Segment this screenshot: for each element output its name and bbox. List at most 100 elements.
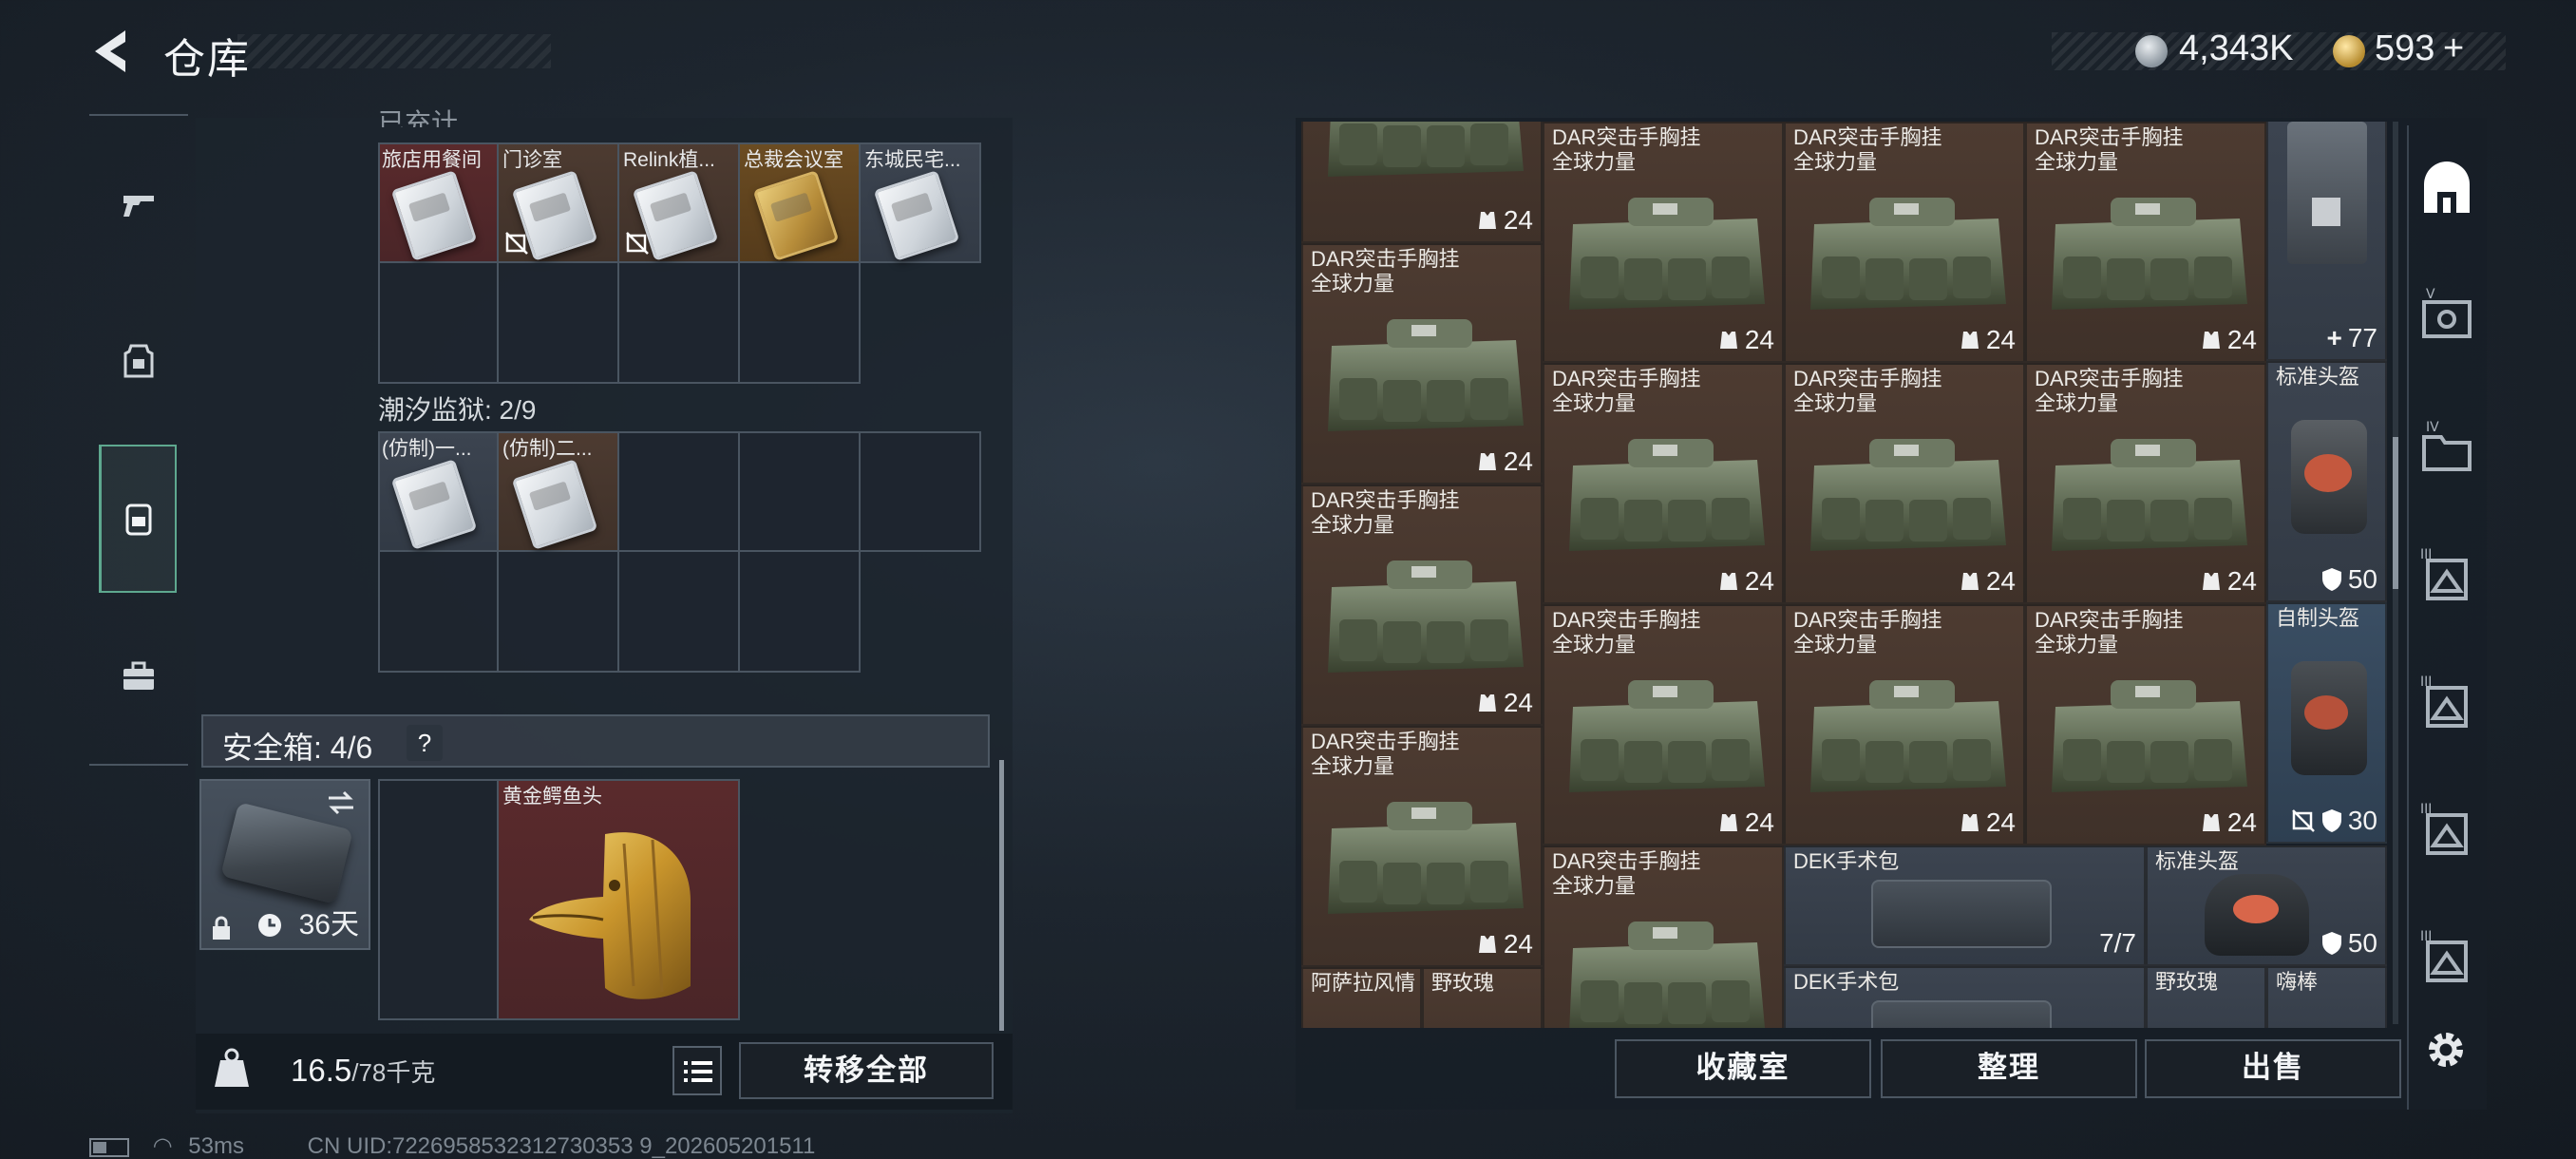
- durability: 24: [1477, 205, 1533, 236]
- keycard-icon: [873, 170, 960, 261]
- empty-slot[interactable]: [378, 779, 499, 1020]
- chest-rig-item[interactable]: DAR突击手胸挂 全球力量 24: [1784, 604, 2025, 846]
- chest-rig-item[interactable]: DAR突击手胸挂 全球力量 24: [2025, 363, 2266, 604]
- chest-rig-item[interactable]: DAR突击手胸挂 全球力量 24: [2025, 604, 2266, 846]
- stash-tab-2-icon[interactable]: III: [2416, 673, 2477, 733]
- item-name: DAR突击手胸挂 全球力量: [1552, 849, 1701, 898]
- stash-tab-3-icon[interactable]: III: [2416, 545, 2477, 606]
- chest-rig-item[interactable]: DAR突击手胸挂 全球力量 24: [1543, 122, 1784, 363]
- collection-room-button[interactable]: 收藏室: [1615, 1039, 1871, 1098]
- help-button[interactable]: ?: [407, 725, 443, 761]
- chest-rig-item[interactable]: 24: [1301, 122, 1543, 243]
- empty-slot[interactable]: [378, 552, 499, 673]
- drink-item[interactable]: 阿萨拉风情: [1301, 967, 1422, 1028]
- left-scrollbar[interactable]: [999, 760, 1004, 1031]
- keycard-item[interactable]: (仿制)二...: [499, 431, 619, 552]
- keycard-item[interactable]: Relink植...: [619, 142, 740, 263]
- stash-tab-5-icon[interactable]: V: [2416, 285, 2477, 346]
- durability: 24: [1718, 808, 1774, 838]
- chest-rig-item[interactable]: DAR突击手胸挂 全球力量 24: [1784, 363, 2025, 604]
- empty-slot[interactable]: [499, 552, 619, 673]
- empty-slot[interactable]: [619, 263, 740, 384]
- weapon-tab[interactable]: [99, 163, 179, 243]
- chest-rig-item[interactable]: DAR突击手胸挂 全球力量 24: [1543, 363, 1784, 604]
- vest-icon: [1960, 814, 1979, 831]
- chest-rig-item[interactable]: DAR突击手胸挂 全球力量 24: [1301, 484, 1543, 726]
- durability-value: 24: [1503, 205, 1533, 235]
- helmet-item[interactable]: 标准头盔 50: [2266, 361, 2387, 602]
- list-view-button[interactable]: [672, 1046, 722, 1095]
- golden-croc-head-item[interactable]: 黄金鳄鱼头: [499, 779, 740, 1020]
- stash-scroll-thumb[interactable]: [2393, 437, 2398, 589]
- svg-text:III: III: [2420, 802, 2432, 817]
- chest-rig-item[interactable]: DAR突击手胸挂 全球力量 24: [1301, 243, 1543, 484]
- durability-value: 24: [1985, 325, 2016, 354]
- stash-tab-0-icon[interactable]: III: [2416, 927, 2477, 988]
- durability-value: 24: [1985, 566, 2016, 596]
- item-name: DAR突击手胸挂 全球力量: [1552, 608, 1701, 656]
- empty-slot[interactable]: [619, 431, 740, 552]
- grid-border: [378, 431, 981, 433]
- backpack-icon: [125, 504, 151, 536]
- empty-slot[interactable]: [740, 263, 861, 384]
- surgical-kit-item[interactable]: DEK手术包 7/7: [1784, 846, 2146, 966]
- keycard-item[interactable]: 东城民宅...: [861, 142, 981, 263]
- helmet-item[interactable]: 标准头盔 50: [2146, 846, 2387, 966]
- chest-rig-item[interactable]: DAR突击手胸挂 全球力量: [1543, 846, 1784, 1028]
- empty-slot[interactable]: [740, 552, 861, 673]
- add-gold-button[interactable]: +: [2443, 28, 2464, 69]
- item-name: 标准头盔: [2155, 849, 2240, 873]
- drink-item[interactable]: 野玫瑰: [1422, 967, 1543, 1028]
- empty-slot[interactable]: [378, 263, 499, 384]
- durability-value: 24: [1744, 325, 1774, 354]
- chest-rig-item[interactable]: DAR突击手胸挂 全球力量 24: [2025, 122, 2266, 363]
- gear-tab[interactable]: [99, 321, 179, 401]
- surgical-kit-item[interactable]: DEK手术包: [1784, 966, 2146, 1028]
- empty-slot[interactable]: [499, 263, 619, 384]
- item-name: DAR突击手胸挂 全球力量: [1793, 367, 1942, 415]
- keycard-item[interactable]: (仿制)一...: [378, 431, 499, 552]
- drink-item[interactable]: 野玫瑰: [2146, 966, 2266, 1028]
- all-items-tab-icon[interactable]: [2416, 160, 2477, 220]
- stash-tab-4-icon[interactable]: IV: [2416, 418, 2477, 479]
- stash-tab-1-icon[interactable]: III: [2416, 800, 2477, 861]
- medkit-item[interactable]: +77: [2266, 122, 2387, 361]
- chest-rig-item[interactable]: DAR突击手胸挂 全球力量 24: [1301, 726, 1543, 967]
- durability-value: 24: [1503, 688, 1533, 717]
- back-arrow-icon[interactable]: [87, 27, 135, 76]
- sell-button[interactable]: 出售: [2145, 1039, 2401, 1098]
- item-name: (仿制)一...: [382, 438, 472, 460]
- uses-remaining: 7/7: [2099, 928, 2136, 958]
- armor-number: 50: [2347, 564, 2377, 594]
- item-name: 阿萨拉风情: [1311, 971, 1416, 995]
- empty-slot[interactable]: [740, 431, 861, 552]
- ping-text: 53ms: [188, 1133, 244, 1159]
- keycard-item[interactable]: 门诊室: [499, 142, 619, 263]
- swap-icon[interactable]: [325, 788, 357, 817]
- empty-slot[interactable]: [619, 552, 740, 673]
- chest-rig-item[interactable]: DAR突击手胸挂 全球力量 24: [1784, 122, 2025, 363]
- empty-slot[interactable]: [861, 431, 981, 552]
- helmet-item[interactable]: 自制头盔 30: [2266, 602, 2387, 844]
- grid-border: [378, 779, 740, 781]
- heal-points-value: 77: [2347, 323, 2377, 352]
- keycard-item[interactable]: 总裁会议室: [740, 142, 861, 263]
- safebox-case[interactable]: 36天: [199, 779, 370, 950]
- medkit-icon: [2287, 122, 2367, 264]
- clock-icon: [258, 914, 281, 937]
- no-insurance-icon: [626, 232, 649, 255]
- carry-weight-max: /78千克: [351, 1058, 436, 1087]
- backpack-tab[interactable]: [99, 445, 177, 593]
- drink-item[interactable]: 嗨棒: [2266, 966, 2387, 1028]
- grid-border: [378, 431, 380, 673]
- svg-text:III: III: [2420, 674, 2432, 690]
- no-insurance-icon: [2291, 809, 2315, 832]
- transfer-all-button[interactable]: 转移全部: [739, 1042, 994, 1099]
- gear-icon[interactable]: [2422, 1026, 2470, 1074]
- uid-text: CN UID:7226958532312730353 9_20260520151…: [307, 1133, 816, 1159]
- toolbox-tab[interactable]: [99, 636, 179, 716]
- organize-button[interactable]: 整理: [1881, 1039, 2137, 1098]
- chest-rig-item[interactable]: DAR突击手胸挂 全球力量 24: [1543, 604, 1784, 846]
- durability: 24: [2201, 808, 2257, 838]
- keycard-item[interactable]: 旅店用餐间: [378, 142, 499, 263]
